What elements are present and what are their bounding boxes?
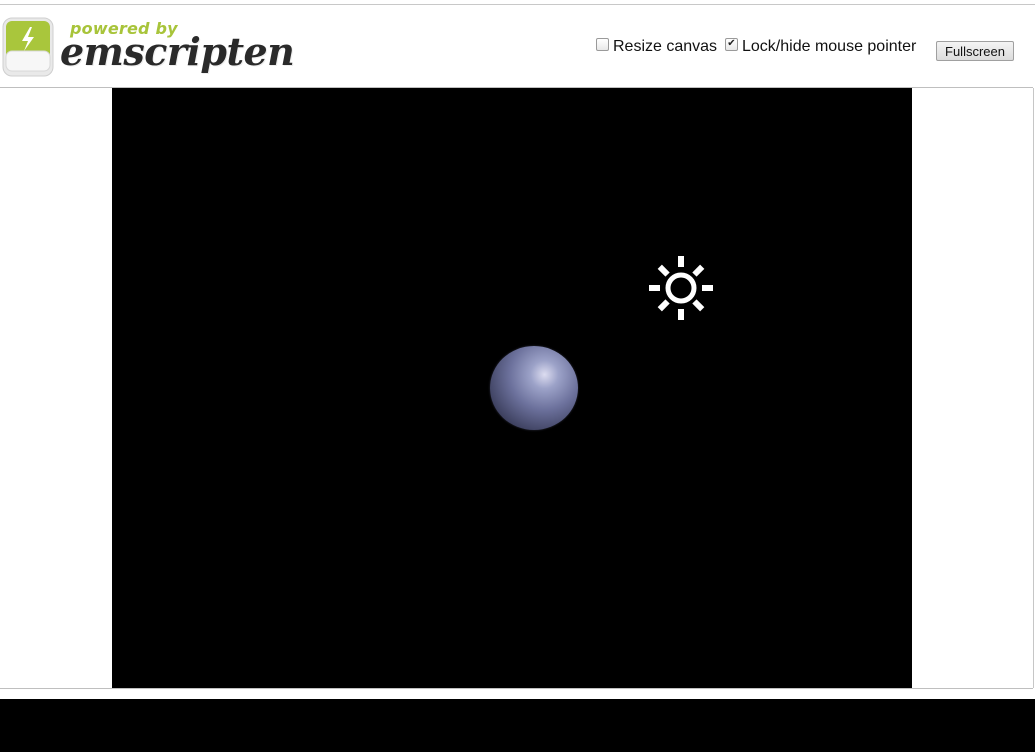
lock-pointer-control[interactable]: ✔ Lock/hide mouse pointer [725, 37, 916, 57]
content-divider-bottom [0, 688, 1033, 689]
header: powered by emscripten Resize canvas ✔ Lo… [0, 5, 1035, 87]
output-console[interactable] [0, 699, 1035, 752]
emscripten-page: powered by emscripten Resize canvas ✔ Lo… [0, 0, 1035, 752]
lock-pointer-checkbox[interactable]: ✔ [725, 37, 738, 51]
rendered-sphere [490, 346, 578, 430]
game-canvas[interactable] [112, 88, 912, 688]
sun-light-icon [649, 256, 713, 320]
resize-canvas-checkbox[interactable] [596, 37, 609, 51]
emscripten-badge-icon [2, 17, 54, 77]
resize-canvas-label: Resize canvas [613, 38, 718, 55]
emscripten-wordmark: emscripten [60, 29, 295, 74]
emscripten-logo: powered by emscripten [0, 11, 295, 81]
lock-pointer-label: Lock/hide mouse pointer [742, 38, 917, 55]
resize-canvas-control[interactable]: Resize canvas [596, 37, 717, 57]
fullscreen-button[interactable]: Fullscreen [936, 41, 1014, 61]
